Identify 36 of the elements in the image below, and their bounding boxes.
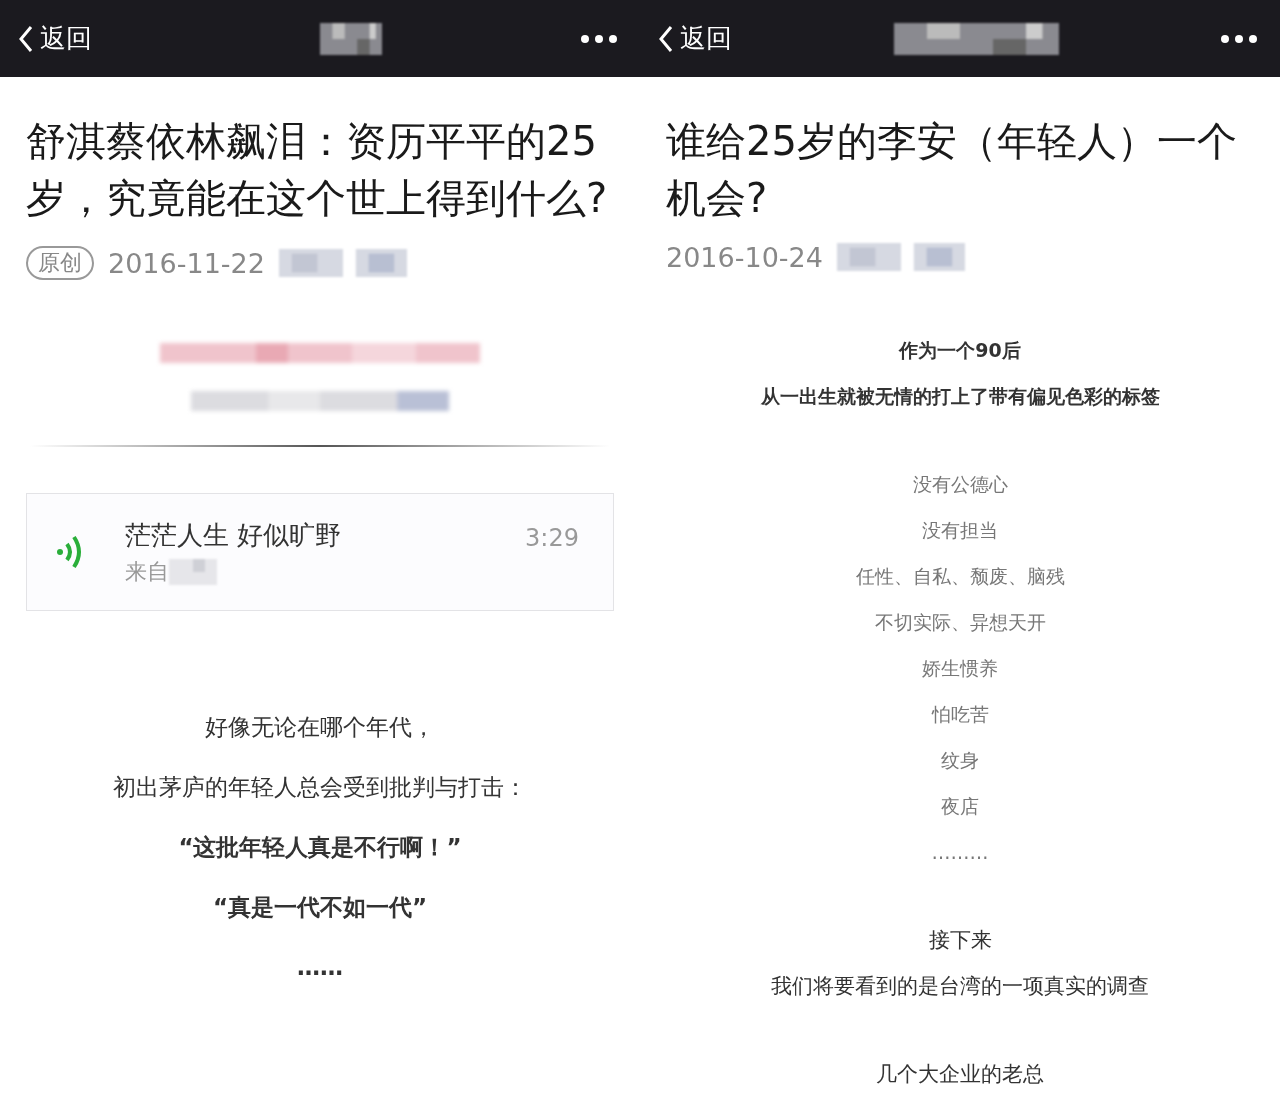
article-text: 接下来 [928, 927, 992, 954]
back-button[interactable]: 返回 [18, 21, 92, 56]
blurred-title-drawing [320, 22, 382, 55]
article-text: 好像无论在哪个年代， [205, 713, 435, 742]
publish-date: 2016-11-22 [108, 247, 265, 279]
back-icon [18, 24, 34, 53]
article-text: …… [297, 953, 343, 982]
article-text: 从一出生就被无情的打上了带有偏见色彩的标签 [760, 384, 1160, 409]
audio-title: 茫茫人生 好似旷野 [125, 518, 343, 552]
article-text: 任性、自私、颓废、脑残 [855, 564, 1065, 589]
article-text: 没有公德心 [912, 472, 1008, 497]
article-text: “这批年轻人真是不行啊！” [178, 833, 462, 862]
article-title: 舒淇蔡依林飙泪：资历平平的25岁，究竟能在这个世上得到什么? [26, 117, 609, 223]
blurred-source-drawing [169, 558, 217, 585]
more-icon[interactable] [580, 33, 618, 44]
article-text: “真是一代不如一代” [212, 893, 428, 922]
article-text: 怕吃苦 [931, 702, 989, 727]
audio-card[interactable]: 茫茫人生 好似旷野 来自 3:29 [26, 493, 614, 611]
original-tag: 原创 [26, 246, 94, 280]
publish-date: 2016-10-24 [666, 241, 823, 273]
back-button[interactable]: 返回 [658, 21, 732, 56]
article-text: 几个大企业的老总 [876, 1061, 1044, 1088]
audio-source: 来自 [125, 557, 169, 586]
article-text: 没有担当 [922, 518, 998, 543]
article-text: ……… [931, 840, 989, 865]
audio-duration: 3:29 [525, 524, 579, 552]
article-text: 作为一个90后 [899, 338, 1021, 363]
article-text: 娇生惯养 [922, 656, 998, 681]
article-text: 不切实际、异想天开 [874, 610, 1046, 635]
article-text: 初出茅庐的年轻人总会受到批判与打击： [113, 773, 527, 802]
article-text: 夜店 [941, 794, 979, 819]
article-text: 我们将要看到的是台湾的一项真实的调查 [771, 973, 1149, 1000]
more-icon[interactable] [1220, 33, 1258, 44]
article-title: 谁给25岁的李安（年轻人）一个机会? [666, 117, 1238, 223]
back-icon [658, 24, 674, 53]
article-text: 纹身 [941, 748, 979, 773]
